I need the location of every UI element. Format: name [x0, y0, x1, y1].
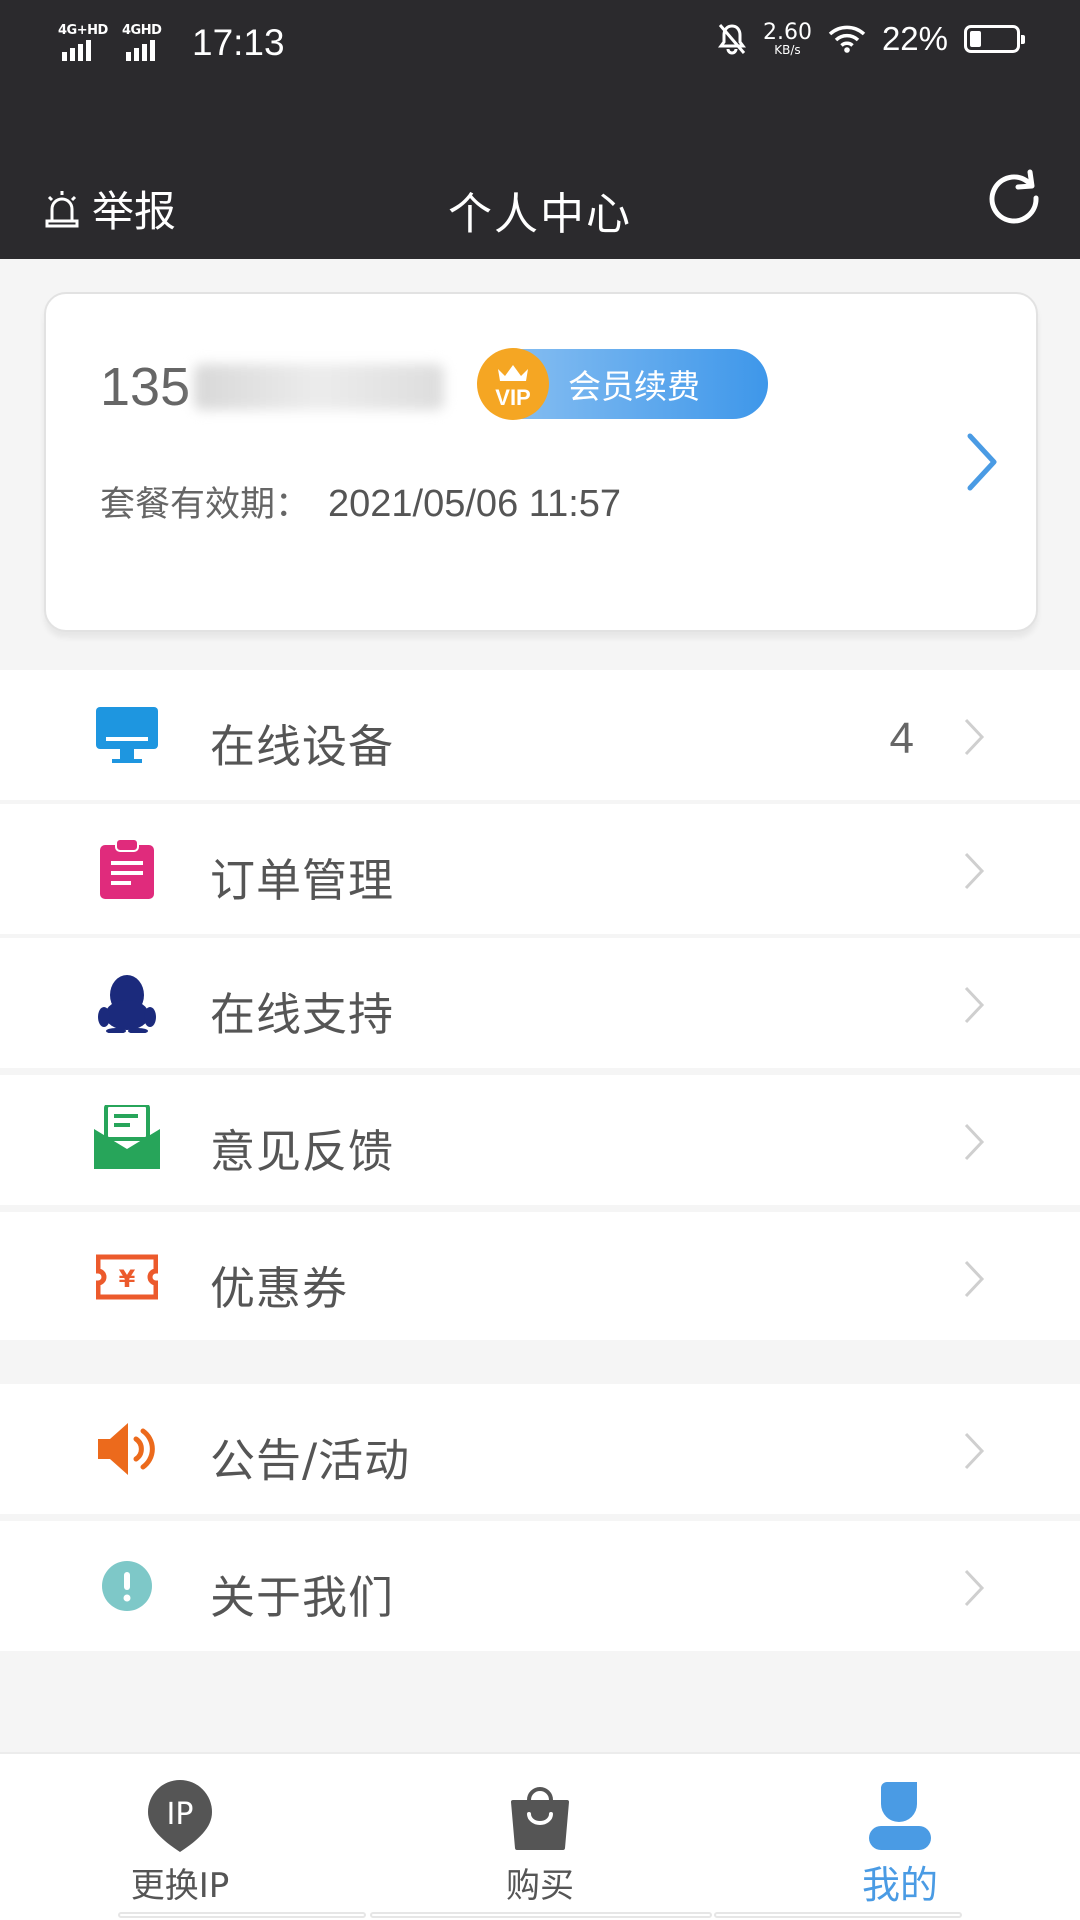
chevron-right-icon[interactable]	[962, 432, 1002, 492]
chevron-right-icon	[964, 852, 985, 890]
tab-mine[interactable]: 我的	[720, 1754, 1080, 1920]
plan-expiry: 套餐有效期： 2021/05/06 11:57	[100, 476, 621, 527]
menu-item-coupons[interactable]: ¥ 优惠券	[0, 1212, 1080, 1340]
tab-change-ip[interactable]: IP 更换IP	[0, 1754, 360, 1920]
coupon-icon: ¥	[96, 1254, 158, 1300]
tab-indicator	[714, 1912, 962, 1918]
menu-item-feedback[interactable]: 意见反馈	[0, 1075, 1080, 1205]
menu-item-online-devices[interactable]: 在线设备 4	[0, 670, 1080, 800]
menu-label: 在线设备	[210, 720, 395, 773]
menu-item-announcements[interactable]: 公告/活动	[0, 1384, 1080, 1514]
menu-item-orders[interactable]: 订单管理	[0, 804, 1080, 934]
renew-label: 会员续费	[568, 367, 700, 406]
vip-crown-badge-icon: VIP	[477, 348, 549, 420]
signal-1-label: 4G+HD	[58, 23, 108, 38]
menu-label: 优惠券	[210, 1262, 349, 1315]
expiry-label: 套餐有效期：	[100, 485, 311, 525]
speaker-icon	[98, 1423, 155, 1475]
monitor-icon	[96, 707, 158, 763]
refresh-icon[interactable]	[984, 168, 1048, 232]
signal-2: 4GHD	[122, 23, 172, 61]
battery-icon	[964, 25, 1025, 53]
chevron-right-icon	[964, 1260, 985, 1298]
mute-bell-icon	[717, 24, 746, 55]
tab-indicator	[370, 1912, 712, 1918]
menu-label: 意见反馈	[210, 1125, 395, 1178]
status-left: 4G+HD 4GHD 17:13	[58, 22, 285, 64]
clock: 17:13	[192, 22, 285, 63]
ip-pin-icon: IP	[148, 1780, 212, 1852]
mail-icon	[94, 1105, 160, 1169]
menu-item-about-us[interactable]: 关于我们	[0, 1521, 1080, 1651]
account-card[interactable]: 135 VIP 会员续费 套餐有效期： 2021/05/06 11:57	[44, 292, 1038, 632]
net-speed: 2.60 KB/s	[762, 20, 812, 57]
info-icon	[102, 1561, 152, 1611]
menu-label: 订单管理	[210, 854, 395, 907]
battery-percent: 22%	[881, 20, 948, 57]
phone-prefix: 135	[100, 357, 191, 417]
header-bar: 举报 个人中心	[0, 88, 1080, 259]
chevron-right-icon	[964, 1123, 985, 1161]
qq-penguin-icon	[98, 975, 156, 1033]
renew-membership-button[interactable]: VIP 会员续费	[477, 348, 768, 420]
clipboard-icon	[100, 839, 154, 899]
menu-label: 在线支持	[210, 988, 395, 1041]
signal-1: 4G+HD	[58, 23, 108, 61]
vip-badge-text: VIP	[495, 385, 530, 410]
phone-redacted	[194, 364, 445, 410]
expiry-value: 2021/05/06 11:57	[328, 483, 622, 525]
tab-label: 我的	[861, 1863, 938, 1907]
tab-label: 购买	[506, 1866, 574, 1906]
chevron-right-icon	[964, 718, 985, 756]
chevron-right-icon	[964, 1432, 985, 1470]
net-speed-value: 2.60	[762, 20, 812, 45]
menu-label: 公告/活动	[210, 1434, 411, 1487]
signal-2-label: 4GHD	[122, 23, 162, 38]
menu-label: 关于我们	[210, 1571, 395, 1624]
chevron-right-icon	[964, 1569, 985, 1607]
wifi-icon	[828, 25, 866, 53]
tab-indicator	[118, 1912, 366, 1918]
tab-label: 更换IP	[130, 1866, 230, 1906]
tab-buy[interactable]: 购买	[360, 1754, 720, 1920]
status-bar: 4G+HD 4GHD 17:13 2.60 KB/s 22%	[0, 0, 1080, 88]
phone-number: 135	[100, 356, 445, 418]
menu-item-online-support[interactable]: 在线支持	[0, 938, 1080, 1068]
signal-bars-icon	[126, 40, 155, 61]
status-right: 2.60 KB/s 22%	[717, 20, 1025, 58]
chevron-right-icon	[964, 986, 985, 1024]
bottom-nav: IP 更换IP 购买 我的	[0, 1752, 1080, 1920]
user-icon	[869, 1782, 931, 1850]
svg-text:IP: IP	[167, 1797, 194, 1832]
device-count: 4	[889, 714, 914, 763]
page-title: 个人中心	[448, 189, 632, 240]
net-speed-unit: KB/s	[774, 43, 801, 57]
svg-text:¥: ¥	[119, 1265, 136, 1293]
shopping-bag-icon	[511, 1787, 569, 1850]
signal-bars-icon	[62, 40, 91, 61]
